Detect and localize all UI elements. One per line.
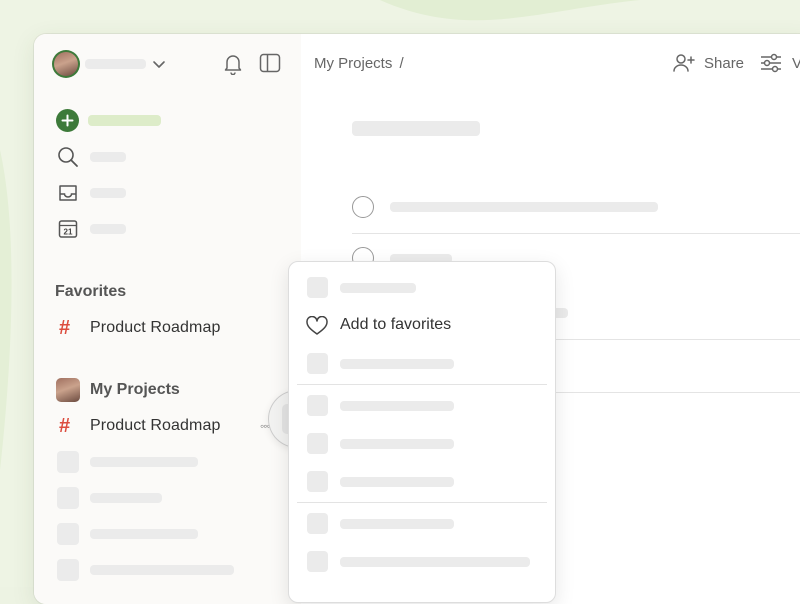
breadcrumb[interactable]: My Projects / <box>314 55 404 72</box>
menu-item-icon-placeholder <box>307 353 328 374</box>
share-button[interactable]: Share <box>672 48 744 78</box>
skeleton-icon <box>57 487 79 509</box>
menu-item-label-placeholder <box>340 477 454 487</box>
menu-separator <box>297 502 547 503</box>
my-projects-heading[interactable]: My Projects <box>90 381 180 399</box>
favorite-item-label: Product Roadmap <box>90 319 221 336</box>
skeleton-icon <box>57 523 79 545</box>
avatar[interactable] <box>52 50 80 78</box>
breadcrumb-project[interactable]: My Projects <box>314 55 392 72</box>
bell-icon[interactable] <box>223 53 243 75</box>
share-label: Share <box>704 54 745 72</box>
project-title-placeholder <box>352 121 480 136</box>
add-task-button[interactable] <box>56 109 79 132</box>
sidebar-toggle-icon[interactable] <box>259 53 281 73</box>
skeleton-line <box>90 493 162 503</box>
add-task-label-placeholder <box>88 115 161 126</box>
menu-item-label-placeholder <box>340 557 530 567</box>
task-checkbox[interactable] <box>352 196 374 218</box>
favorites-heading[interactable]: Favorites <box>55 283 126 301</box>
plus-icon <box>61 114 74 127</box>
view-options-button[interactable]: V <box>760 48 800 78</box>
menu-item-label-placeholder <box>340 283 416 293</box>
menu-item-label-placeholder <box>340 401 454 411</box>
menu-item-icon-placeholder <box>307 433 328 454</box>
inbox-label-placeholder <box>90 188 126 198</box>
sidebar: 21 Favorites # Product Roadmap My Projec… <box>34 34 301 604</box>
chevron-down-icon[interactable] <box>152 57 166 71</box>
project-context-menu: Add to favorites <box>288 261 556 603</box>
today-label-placeholder <box>90 224 126 234</box>
project-item-label: Product Roadmap <box>90 417 221 434</box>
heart-icon <box>306 316 328 335</box>
sliders-icon <box>761 53 781 73</box>
menu-separator <box>297 384 547 385</box>
calendar-day-text: 21 <box>64 228 73 237</box>
hash-icon: # <box>59 415 71 437</box>
search-label-placeholder <box>90 152 126 162</box>
inbox-icon[interactable] <box>57 182 79 204</box>
menu-item-icon-placeholder <box>307 395 328 416</box>
breadcrumb-separator: / <box>399 55 404 72</box>
add-person-icon <box>673 54 695 72</box>
menu-item-label-placeholder <box>340 519 454 529</box>
view-label: V <box>792 54 800 72</box>
skeleton-line <box>90 457 198 467</box>
menu-item-icon-placeholder <box>307 551 328 572</box>
menu-item-label-placeholder <box>340 439 454 449</box>
skeleton-icon <box>57 559 79 581</box>
menu-item-icon-placeholder <box>307 277 328 298</box>
menu-item-label-placeholder <box>340 359 454 369</box>
my-projects-avatar <box>56 378 80 402</box>
calendar-today-icon[interactable]: 21 <box>57 218 79 240</box>
task-title-placeholder <box>390 202 658 212</box>
skeleton-icon <box>57 451 79 473</box>
menu-item-icon-placeholder <box>307 513 328 534</box>
menu-item-icon-placeholder <box>307 471 328 492</box>
search-icon[interactable] <box>57 146 79 168</box>
skeleton-line <box>90 529 198 539</box>
app-window: 21 Favorites # Product Roadmap My Projec… <box>34 34 800 604</box>
skeleton-line <box>90 565 234 575</box>
hash-icon: # <box>59 317 71 339</box>
account-name-placeholder <box>85 59 146 69</box>
menu-item-label: Add to favorites <box>340 316 452 333</box>
task-divider <box>352 233 800 234</box>
